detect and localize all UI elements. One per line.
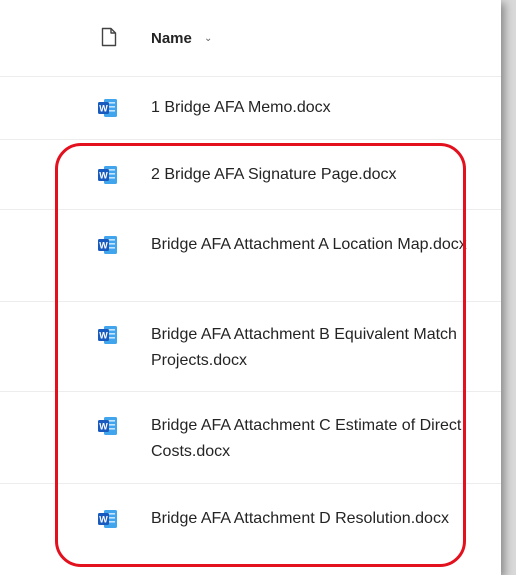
word-document-icon: W <box>98 510 117 528</box>
word-document-icon: W <box>98 417 117 435</box>
file-name[interactable]: Bridge AFA Attachment D Resolution.docx <box>151 506 471 532</box>
file-list-panel: Name ⌄ W 1 Bridge AFA Memo.docx W 2 Brid… <box>0 0 501 575</box>
svg-text:W: W <box>99 171 108 181</box>
file-row[interactable]: W Bridge AFA Attachment C Estimate of Di… <box>0 392 501 484</box>
svg-text:W: W <box>99 241 108 251</box>
file-row[interactable]: W 1 Bridge AFA Memo.docx <box>0 77 501 140</box>
word-document-icon: W <box>98 166 117 184</box>
svg-text:W: W <box>99 422 108 432</box>
word-document-icon: W <box>98 99 117 117</box>
file-type-icon[interactable] <box>101 27 117 47</box>
file-name[interactable]: Bridge AFA Attachment C Estimate of Dire… <box>151 413 471 465</box>
name-column-header[interactable]: Name <box>151 30 192 47</box>
chevron-down-icon[interactable]: ⌄ <box>204 33 212 44</box>
list-header: Name ⌄ <box>0 0 501 77</box>
svg-text:W: W <box>99 331 108 341</box>
svg-text:W: W <box>99 515 108 525</box>
file-name[interactable]: Bridge AFA Attachment A Location Map.doc… <box>151 232 471 258</box>
word-document-icon: W <box>98 326 117 344</box>
file-row[interactable]: W Bridge AFA Attachment D Resolution.doc… <box>0 484 501 575</box>
file-row[interactable]: W Bridge AFA Attachment B Equivalent Mat… <box>0 302 501 392</box>
file-row[interactable]: W Bridge AFA Attachment A Location Map.d… <box>0 210 501 302</box>
file-name[interactable]: 1 Bridge AFA Memo.docx <box>151 95 471 121</box>
svg-text:W: W <box>99 104 108 114</box>
file-name[interactable]: Bridge AFA Attachment B Equivalent Match… <box>151 322 471 374</box>
word-document-icon: W <box>98 236 117 254</box>
file-name[interactable]: 2 Bridge AFA Signature Page.docx <box>151 162 471 188</box>
file-row[interactable]: W 2 Bridge AFA Signature Page.docx <box>0 140 501 210</box>
